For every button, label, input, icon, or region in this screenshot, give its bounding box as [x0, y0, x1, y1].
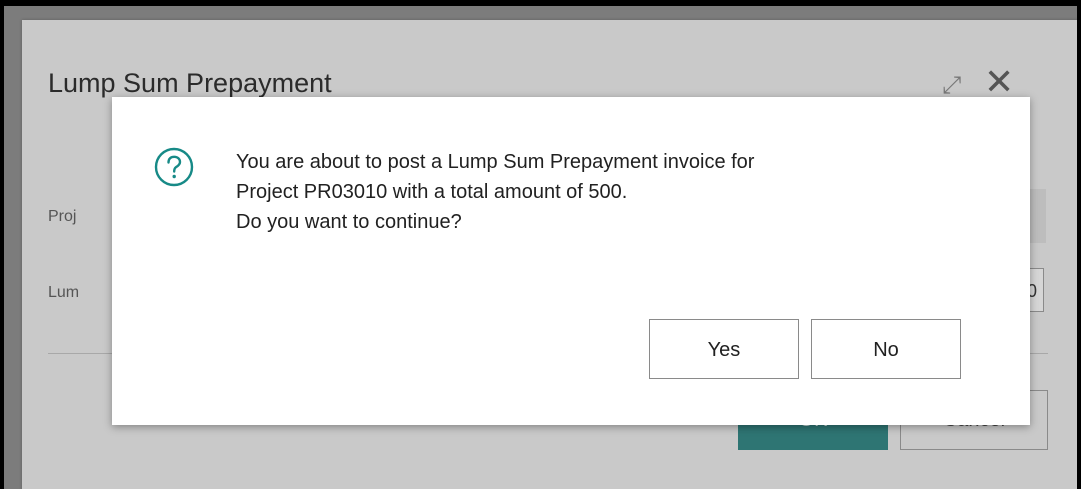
no-button[interactable]: No: [811, 319, 961, 379]
screenshot-frame: Lump Sum Prepayment ⤢ ✕ Proj Lum 0.00 OK…: [0, 0, 1081, 489]
background-overlay-top: [4, 6, 1077, 20]
background-overlay-left: [4, 6, 22, 489]
confirmation-message: You are about to post a Lump Sum Prepaym…: [236, 147, 754, 237]
question-circle-icon: [154, 147, 194, 187]
message-line-1: You are about to post a Lump Sum Prepaym…: [236, 151, 755, 173]
confirmation-dialog: You are about to post a Lump Sum Prepaym…: [112, 97, 1030, 425]
project-field-label: Proj: [48, 208, 77, 225]
yes-button[interactable]: Yes: [649, 319, 799, 379]
dialog-title: Lump Sum Prepayment: [48, 68, 332, 98]
close-icon[interactable]: ✕: [984, 64, 1014, 100]
lump-sum-amount-label: Lum: [48, 284, 80, 301]
message-line-2: Project PR03010 with a total amount of 5…: [236, 181, 628, 203]
expand-icon[interactable]: ⤢: [942, 72, 961, 100]
message-line-3: Do you want to continue?: [236, 211, 462, 233]
